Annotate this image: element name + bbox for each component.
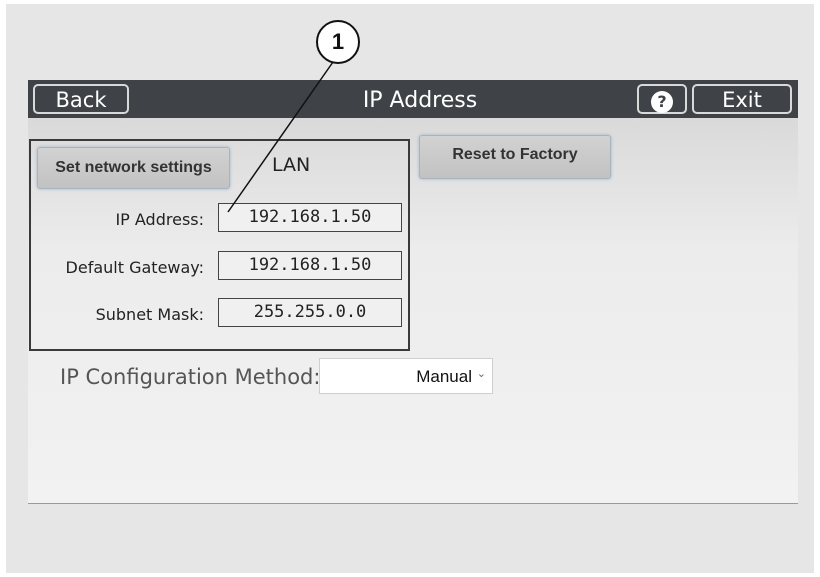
callout-marker: 1 <box>316 20 360 64</box>
callout-leader-line <box>227 61 334 213</box>
